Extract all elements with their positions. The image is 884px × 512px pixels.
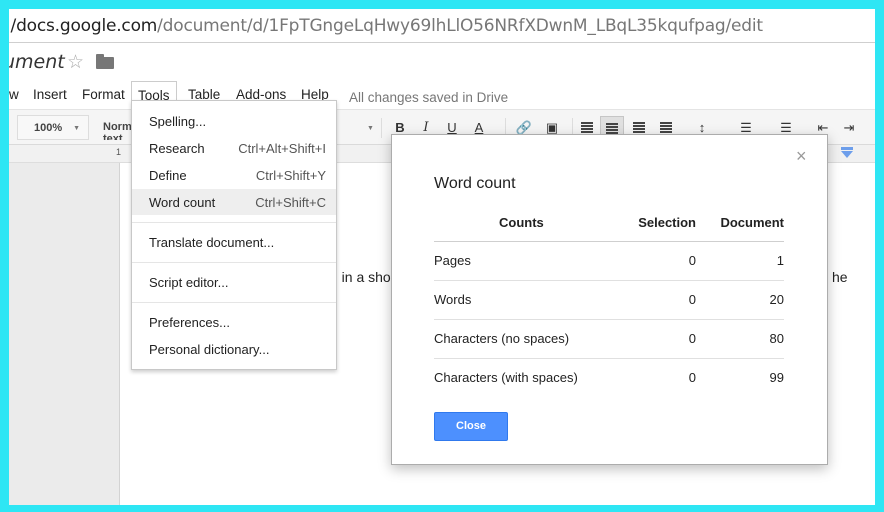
url-host: docs.google.com [16, 16, 158, 36]
column-header-selection: Selection [638, 215, 696, 230]
table-row: Characters (with spaces) 0 99 [434, 359, 784, 398]
row-document-value: 80 [769, 331, 784, 346]
url-text[interactable]: :/docs.google.com/document/d/1FpTGngeLqH… [9, 16, 763, 36]
chevron-down-icon[interactable]: ▼ [367, 125, 374, 132]
menu-item-translate-document[interactable]: Translate document... [132, 229, 336, 255]
row-selection-value: 0 [688, 292, 696, 307]
menu-insert[interactable]: Insert [27, 84, 73, 105]
close-button[interactable]: Close [434, 412, 508, 441]
document-title[interactable]: ument [9, 51, 65, 73]
document-body-text: g in a sho [330, 269, 391, 285]
table-row: Words 0 20 [434, 281, 784, 320]
toolbar-divider [381, 118, 382, 138]
document-body-text-right: he [832, 269, 848, 285]
menu-item-word-count[interactable]: Word count Ctrl+Shift+C [132, 189, 336, 215]
row-selection-value: 0 [688, 370, 696, 385]
column-header-document: Document [720, 215, 784, 230]
row-label: Characters (with spaces) [434, 370, 578, 385]
document-header: ument ☆ [9, 43, 875, 79]
menu-view[interactable]: w [9, 84, 25, 105]
menu-divider [132, 222, 336, 223]
menu-format[interactable]: Format [76, 84, 131, 105]
star-icon[interactable]: ☆ [67, 51, 84, 74]
save-status: All changes saved in Drive [349, 90, 509, 105]
column-header-counts: Counts [499, 215, 544, 230]
zoom-select[interactable]: 100% ▼ [17, 115, 89, 140]
address-bar[interactable]: :/docs.google.com/document/d/1FpTGngeLqH… [9, 9, 875, 43]
ruler-mark: 1 [116, 147, 122, 157]
menu-divider [132, 262, 336, 263]
row-selection-value: 0 [688, 331, 696, 346]
increase-indent-icon[interactable]: ⇥ [837, 116, 861, 140]
table-row: Pages 0 1 [434, 242, 784, 281]
browser-window: :/docs.google.com/document/d/1FpTGngeLqH… [9, 9, 875, 505]
zoom-value: 100% [34, 122, 63, 134]
row-document-value: 20 [769, 292, 784, 307]
url-path: /document/d/1FpTGngeLqHwy69lhLlO56NRfXDw… [157, 16, 763, 36]
close-icon[interactable]: × [796, 146, 807, 167]
menu-item-define[interactable]: Define Ctrl+Shift+Y [132, 162, 336, 188]
row-label: Pages [434, 253, 471, 268]
menu-item-preferences[interactable]: Preferences... [132, 309, 336, 335]
row-label: Words [434, 292, 472, 307]
row-label: Characters (no spaces) [434, 331, 570, 346]
row-document-value: 99 [769, 370, 784, 385]
table-row: Characters (no spaces) 0 80 [434, 320, 784, 359]
folder-icon[interactable] [96, 54, 114, 69]
tools-menu: Spelling... Research Ctrl+Alt+Shift+I De… [131, 100, 337, 370]
url-prefix: :/ [9, 16, 17, 36]
menu-item-personal-dictionary[interactable]: Personal dictionary... [132, 336, 336, 362]
menu-divider [132, 302, 336, 303]
menu-item-script-editor[interactable]: Script editor... [132, 269, 336, 295]
menu-item-spelling[interactable]: Spelling... [132, 108, 336, 134]
indent-marker-arrow[interactable] [841, 151, 853, 158]
dialog-title: Word count [434, 175, 516, 192]
row-selection-value: 0 [688, 253, 696, 268]
row-document-value: 1 [776, 253, 784, 268]
menu-item-research[interactable]: Research Ctrl+Alt+Shift+I [132, 135, 336, 161]
word-count-table: Counts Selection Document Pages 0 1 Word… [434, 204, 784, 398]
indent-marker[interactable] [841, 147, 853, 150]
word-count-dialog: × Word count Counts Selection Document P… [391, 134, 828, 465]
chevron-down-icon: ▼ [73, 125, 80, 132]
table-header: Counts Selection Document [434, 204, 784, 242]
